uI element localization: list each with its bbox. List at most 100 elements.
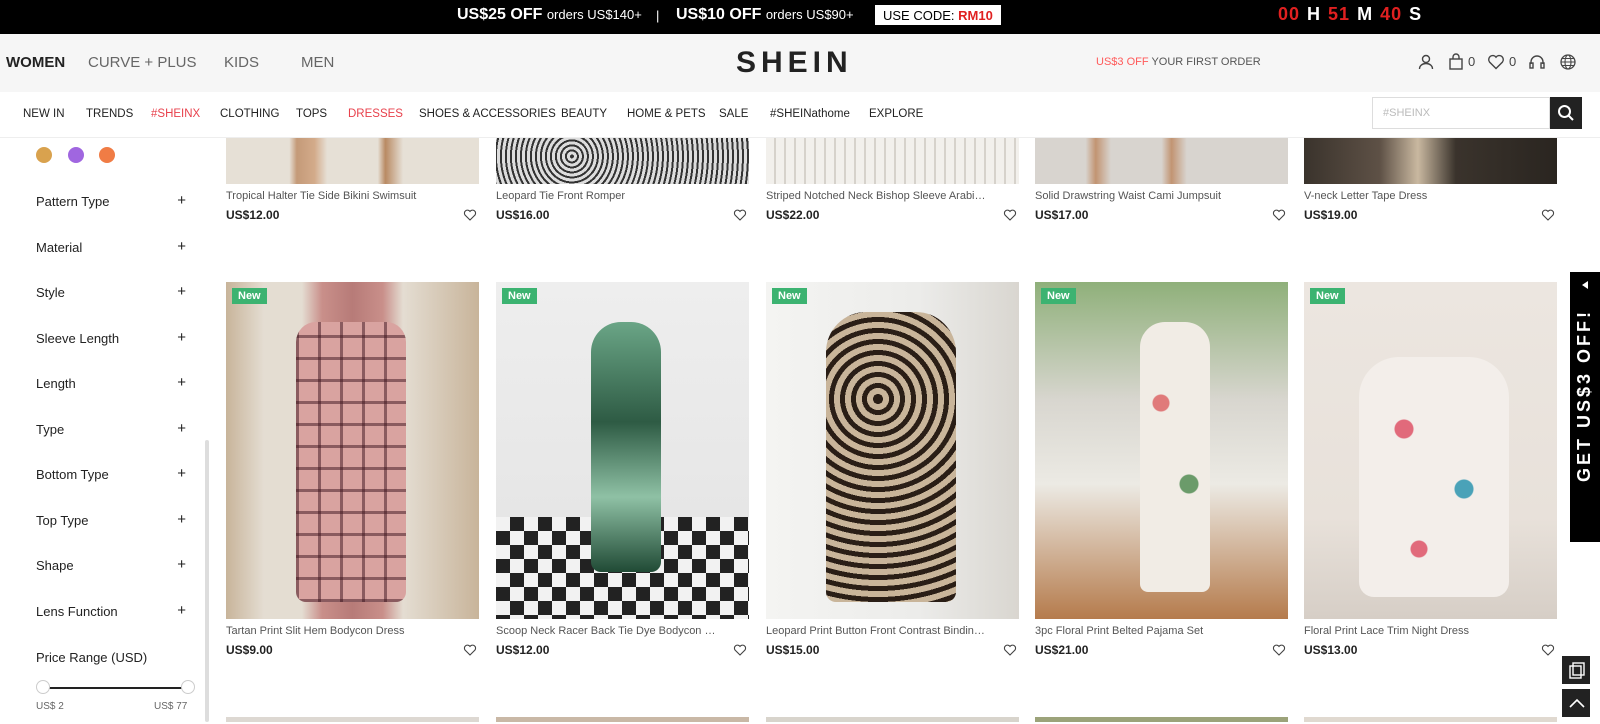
wishlist-count: 0: [1509, 54, 1517, 69]
search-button[interactable]: [1550, 97, 1582, 129]
product-image[interactable]: New: [1035, 282, 1288, 619]
wishlist-heart-icon[interactable]: [1272, 643, 1286, 657]
product-card[interactable]: New Floral Print Lace Trim Night Dress U…: [1304, 282, 1557, 662]
price-slider-track[interactable]: [42, 687, 188, 689]
expand-plus-icon: +: [177, 602, 186, 619]
product-image[interactable]: New: [766, 282, 1019, 619]
product-image-peek[interactable]: [226, 717, 479, 722]
product-image[interactable]: New: [496, 282, 749, 619]
first-order-offer[interactable]: US$3 OFF YOUR FIRST ORDER: [1096, 56, 1261, 68]
product-title[interactable]: Scoop Neck Racer Back Tie Dye Bodycon Dr…: [496, 625, 721, 637]
product-image[interactable]: [226, 138, 479, 184]
filter-type[interactable]: Type +: [36, 420, 186, 437]
new-badge: New: [1041, 288, 1076, 304]
back-to-top-button[interactable]: [1561, 688, 1591, 718]
user-icon[interactable]: [1416, 52, 1436, 72]
product-card[interactable]: Solid Drawstring Waist Cami Jumpsuit US$…: [1035, 138, 1288, 226]
wishlist-heart-icon[interactable]: [463, 208, 477, 222]
filter-sleeve-length[interactable]: Sleeve Length +: [36, 329, 186, 346]
product-card[interactable]: New Scoop Neck Racer Back Tie Dye Bodyco…: [496, 282, 749, 662]
wishlist-heart-icon[interactable]: [1541, 643, 1555, 657]
wishlist-heart-icon[interactable]: [1003, 208, 1017, 222]
timer-s-unit: S: [1409, 4, 1423, 24]
product-price: US$15.00: [766, 643, 820, 657]
filter-material[interactable]: Material +: [36, 238, 186, 255]
product-card[interactable]: V-neck Letter Tape Dress US$19.00: [1304, 138, 1557, 226]
headset-support-icon[interactable]: [1527, 52, 1547, 72]
product-title[interactable]: Leopard Tie Front Romper: [496, 190, 721, 202]
nav-beauty[interactable]: BEAUTY: [561, 108, 607, 120]
nav-sale[interactable]: SALE: [719, 108, 748, 120]
wishlist-heart-icon[interactable]: [1486, 52, 1506, 72]
product-card[interactable]: New Tartan Print Slit Hem Bodycon Dress …: [226, 282, 479, 662]
nav-dresses[interactable]: DRESSES: [348, 108, 403, 120]
category-women[interactable]: WOMEN: [6, 54, 65, 71]
filter-bottom-type[interactable]: Bottom Type +: [36, 465, 186, 482]
timer-hours: 00: [1278, 4, 1301, 24]
sidebar-scrollbar[interactable]: [205, 440, 209, 722]
nav-trends[interactable]: TRENDS: [86, 108, 133, 120]
search-input[interactable]: #SHEINX: [1372, 97, 1550, 129]
globe-icon[interactable]: [1558, 52, 1578, 72]
product-title[interactable]: Striped Notched Neck Bishop Sleeve Arabi…: [766, 190, 991, 202]
shein-logo[interactable]: SHEIN: [736, 46, 853, 80]
product-title[interactable]: Tartan Print Slit Hem Bodycon Dress: [226, 625, 451, 637]
product-card[interactable]: Striped Notched Neck Bishop Sleeve Arabi…: [766, 138, 1019, 226]
filter-label: Length: [36, 376, 76, 391]
product-image-peek[interactable]: [1035, 717, 1288, 722]
product-title[interactable]: Floral Print Lace Trim Night Dress: [1304, 625, 1529, 637]
expand-plus-icon: +: [177, 283, 186, 300]
filter-style[interactable]: Style +: [36, 283, 186, 300]
category-men[interactable]: MEN: [301, 54, 334, 71]
category-kids[interactable]: KIDS: [224, 54, 259, 71]
product-card[interactable]: Tropical Halter Tie Side Bikini Swimsuit…: [226, 138, 479, 226]
product-card[interactable]: Leopard Tie Front Romper US$16.00: [496, 138, 749, 226]
product-image[interactable]: [1304, 138, 1557, 184]
nav-tops[interactable]: TOPS: [296, 108, 327, 120]
nav-shoes-accessories[interactable]: SHOES & ACCESSORIES: [419, 108, 556, 120]
product-image[interactable]: New: [1304, 282, 1557, 619]
wishlist-heart-icon[interactable]: [733, 643, 747, 657]
category-curve-plus[interactable]: CURVE + PLUS: [88, 54, 197, 71]
product-title[interactable]: Tropical Halter Tie Side Bikini Swimsuit: [226, 190, 451, 202]
nav-explore[interactable]: EXPLORE: [869, 108, 923, 120]
product-title[interactable]: Leopard Print Button Front Contrast Bind…: [766, 625, 991, 637]
product-card[interactable]: New 3pc Floral Print Belted Pajama Set U…: [1035, 282, 1288, 662]
product-image[interactable]: New: [226, 282, 479, 619]
filter-length[interactable]: Length +: [36, 374, 186, 391]
wishlist-heart-icon[interactable]: [463, 643, 477, 657]
product-title[interactable]: V-neck Letter Tape Dress: [1304, 190, 1529, 202]
color-swatch-purple[interactable]: [68, 147, 84, 163]
compare-button[interactable]: [1561, 655, 1591, 685]
nav-new-in[interactable]: NEW IN: [23, 108, 65, 120]
nav-sheinx[interactable]: #SHEINX: [151, 108, 200, 120]
price-slider-max-handle[interactable]: [181, 680, 195, 694]
product-title[interactable]: 3pc Floral Print Belted Pajama Set: [1035, 625, 1260, 637]
nav-home-pets[interactable]: HOME & PETS: [627, 108, 706, 120]
expand-plus-icon: +: [177, 238, 186, 255]
product-image[interactable]: [496, 138, 749, 184]
wishlist-heart-icon[interactable]: [1003, 643, 1017, 657]
nav-sheinathome[interactable]: #SHEINathome: [770, 108, 850, 120]
product-image-peek[interactable]: [496, 717, 749, 722]
nav-clothing[interactable]: CLOTHING: [220, 108, 279, 120]
get-offer-side-banner[interactable]: GET US$3 OFF!: [1570, 272, 1600, 542]
product-title[interactable]: Solid Drawstring Waist Cami Jumpsuit: [1035, 190, 1260, 202]
wishlist-heart-icon[interactable]: [1272, 208, 1286, 222]
filter-lens-function[interactable]: Lens Function +: [36, 602, 186, 619]
product-image-peek[interactable]: [766, 717, 1019, 722]
wishlist-heart-icon[interactable]: [1541, 208, 1555, 222]
color-swatch-orange[interactable]: [99, 147, 115, 163]
wishlist-heart-icon[interactable]: [733, 208, 747, 222]
product-image[interactable]: [1035, 138, 1288, 184]
promo-offer-1: US$25 OFF orders US$140+: [457, 6, 642, 24]
product-image-peek[interactable]: [1304, 717, 1557, 722]
filter-shape[interactable]: Shape +: [36, 556, 186, 573]
color-swatch-gold[interactable]: [36, 147, 52, 163]
shopping-bag-icon[interactable]: [1446, 52, 1466, 72]
product-card[interactable]: New Leopard Print Button Front Contrast …: [766, 282, 1019, 662]
filter-pattern-type[interactable]: Pattern Type +: [36, 192, 186, 209]
price-slider-min-handle[interactable]: [36, 680, 50, 694]
filter-top-type[interactable]: Top Type +: [36, 511, 186, 528]
product-image[interactable]: [766, 138, 1019, 184]
